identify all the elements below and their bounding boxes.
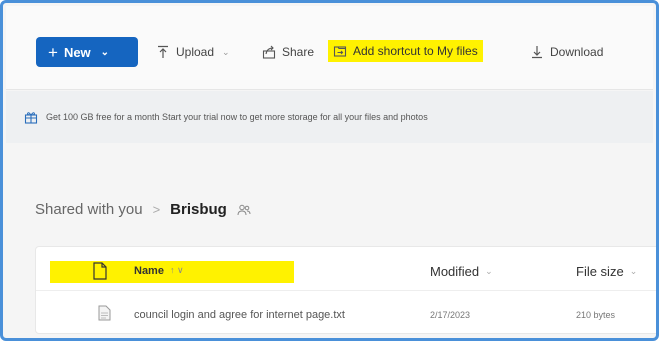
command-bar: + New ⌄ Upload ⌄ Share Add shortcut to M… [6,6,653,90]
file-icon [98,305,111,321]
sort-arrow-icon: ↑ ∨ [169,265,184,275]
column-modified[interactable]: Modified ⌄ [430,264,493,279]
people-icon [237,204,251,215]
add-shortcut-button[interactable]: Add shortcut to My files [328,40,483,62]
breadcrumb-separator: > [152,202,161,217]
share-label: Share [282,45,315,59]
plus-icon: + [48,42,58,62]
upload-label: Upload [176,45,215,59]
app-frame: + New ⌄ Upload ⌄ Share Add shortcut to M… [0,0,659,341]
column-name-label: Name [134,265,164,277]
new-button[interactable]: + New ⌄ [36,37,138,67]
file-size: 210 bytes [576,310,616,320]
new-button-label: New [63,44,91,60]
upload-icon [158,45,168,58]
add-shortcut-icon [333,46,347,57]
file-list: Name ↑ ∨ Modified ⌄ File size ⌄ council … [35,246,656,334]
breadcrumb: Shared with you > Brisbug [35,201,251,218]
file-type-icon [93,262,107,280]
banner-text: Get 100 GB free for a month Start your t… [46,112,428,122]
add-shortcut-label: Add shortcut to My files [353,44,478,58]
share-icon [262,45,276,59]
file-name[interactable]: council login and agree for internet pag… [134,309,345,321]
chevron-down-icon: ⌄ [629,266,638,276]
storage-promo-banner[interactable]: Get 100 GB free for a month Start your t… [6,91,653,143]
download-icon [532,46,542,59]
chevron-down-icon: ⌄ [485,266,493,276]
file-modified: 2/17/2023 [430,310,471,320]
share-button[interactable]: Share [262,42,314,62]
table-row[interactable]: council login and agree for internet pag… [36,299,656,329]
breadcrumb-root[interactable]: Shared with you [35,201,143,218]
breadcrumb-current: Brisbug [170,201,227,218]
column-file-size-label: File size [576,264,624,279]
download-label: Download [550,45,604,59]
column-file-size[interactable]: File size ⌄ [576,264,637,279]
chevron-down-icon: ⌄ [222,46,230,57]
column-modified-label: Modified [430,264,480,279]
column-name[interactable]: Name ↑ ∨ [134,265,184,277]
upload-button[interactable]: Upload ⌄ [156,42,230,62]
download-button[interactable]: Download [530,42,603,62]
gift-icon [24,112,38,124]
chevron-down-icon: ⌄ [100,46,110,58]
file-list-header: Name ↑ ∨ Modified ⌄ File size ⌄ [36,247,656,291]
